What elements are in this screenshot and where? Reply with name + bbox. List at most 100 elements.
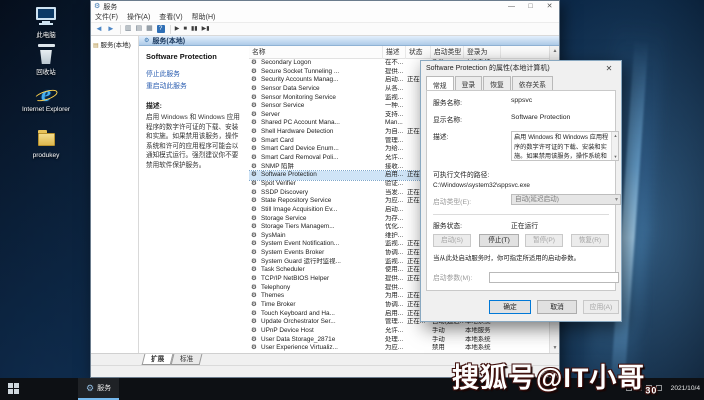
desktop-icon-this-pc[interactable]: 此电脑 [18,7,74,39]
service-gear-icon: ⚙ [251,76,260,85]
column-header[interactable]: 状态 [406,46,431,59]
menu-item-查[interactable]: 查看(V) [159,12,182,22]
menu-item-操[interactable]: 操作(A) [127,12,150,22]
minimize-button[interactable]: — [502,1,521,12]
restart-service-icon[interactable]: ▶▮ [202,23,210,35]
desktop: 此电脑 回收站 e Internet Explorer produkey ⚙ 服… [0,0,704,400]
export-list-icon[interactable]: ▦ [146,23,153,35]
service-startup-cell: 禁用 [432,344,464,353]
help-icon[interactable]: ? [157,25,165,33]
description-scrollbar[interactable]: ▲ ▼ [611,132,618,160]
forward-icon[interactable]: ► [107,23,115,35]
stop-service-link[interactable]: 停止此服务 [146,68,244,78]
service-row[interactable]: ⚙User Data Storage_2871e处理...手动本地系统 [249,336,549,345]
cancel-button[interactable]: 取消 [537,300,577,314]
service-desc-cell: 监视... [385,240,406,249]
dialog-tab-恢复[interactable]: 恢复 [483,76,511,90]
desktop-icon-recycle-bin[interactable]: 回收站 [18,44,74,76]
properties-icon[interactable]: ▤ [135,23,142,35]
service-desc-cell: 一种... [385,102,406,111]
service-control-button-3: 暂停(P) [525,234,563,247]
menu-item-帮[interactable]: 帮助(H) [192,12,216,22]
services-gear-icon: ⚙ [86,383,94,394]
view-tab-扩展[interactable]: 扩展 [142,354,174,365]
services-titlebar[interactable]: ⚙ 服务 — □ ✕ [91,1,559,12]
start-button[interactable] [8,383,20,395]
dialog-titlebar[interactable]: Software Protection 的属性(本地计算机) ✕ [421,61,621,75]
restart-service-link[interactable]: 重启动此服务 [146,80,244,90]
service-gear-icon: ⚙ [251,85,260,94]
tree-item-services-local[interactable]: ▤ 服务(本地) [93,39,136,49]
service-gear-icon: ⚙ [251,94,260,103]
service-name-cell: UPnP Device Host [261,327,382,336]
dialog-tab-依存关系[interactable]: 依存关系 [512,76,553,90]
maximize-button[interactable]: □ [521,1,540,12]
service-row[interactable]: ⚙User Experience Virtualiz...为应...禁用本地系统 [249,344,549,353]
show-console-tree-icon[interactable]: ▥ [125,23,132,35]
service-desc-cell: 接收... [385,163,406,172]
service-desc-cell: 监视... [385,94,406,103]
general-tab-page: 服务名称: sppsvc 显示名称: Software Protection 描… [426,90,616,291]
selected-service-title: Software Protection [146,52,244,61]
service-desc-cell: 允许... [385,154,406,163]
service-name-cell: SSDP Discovery [261,189,382,198]
desktop-icon-internet-explorer[interactable]: e Internet Explorer [18,84,74,113]
service-gear-icon: ⚙ [251,206,260,215]
close-button[interactable]: ✕ [540,1,559,12]
service-desc-cell: 优化... [385,223,406,232]
service-name-cell: System Event Notification... [261,240,382,249]
service-status-value: 正在运行 [511,220,538,230]
service-name-cell: Time Broker [261,301,382,310]
dialog-tab-登录[interactable]: 登录 [455,76,483,90]
service-desc-cell: 协调... [385,301,406,310]
service-desc-cell: 维护... [385,232,406,241]
service-gear-icon: ⚙ [251,223,260,232]
startup-type-dropdown[interactable]: 自动(延迟启动) ▾ [511,194,621,205]
service-name-cell: Smart Card Removal Poli... [261,154,382,163]
pause-service-icon[interactable]: ▮▮ [191,23,198,35]
view-tab-label: 扩展 [151,354,164,365]
service-desc-cell: 在不... [385,59,406,68]
service-gear-icon: ⚙ [251,292,260,301]
stop-service-icon[interactable]: ■ [183,23,187,35]
service-logon-cell: 本地服务 [465,327,501,336]
scroll-down-icon[interactable]: ▼ [612,153,619,160]
description-textarea[interactable]: 启用 Windows 和 Windows 应用程序的数字许可证的下载、安装和实施… [511,131,619,161]
service-name-cell: Sensor Data Service [261,85,382,94]
column-header[interactable]: 描述 [383,46,406,59]
column-header[interactable]: 登录为 [464,46,501,59]
view-tab-标准[interactable]: 标准 [171,354,203,365]
service-name-cell: Secure Socket Tunneling ... [261,68,382,77]
service-name-cell: Smart Card Device Enum... [261,145,382,154]
service-row[interactable]: ⚙UPnP Device Host允许...手动本地服务 [249,327,549,336]
dialog-tab-常规[interactable]: 常规 [426,76,454,91]
dialog-close-icon[interactable]: ✕ [602,64,616,73]
ok-button[interactable]: 确定 [489,300,531,314]
taskbar-app-services[interactable]: ⚙ 服务 [78,378,119,400]
service-gear-icon: ⚙ [251,327,260,336]
service-name-cell: Spot Verifier [261,180,382,189]
chevron-down-icon: ▾ [615,195,618,205]
service-name-label: 服务名称: [433,97,462,107]
service-gear-icon: ⚙ [251,68,260,77]
service-desc-cell: 管理... [385,137,406,146]
service-gear-icon: ⚙ [251,310,260,319]
service-status-cell [407,336,431,345]
desktop-icon-produkey[interactable]: produkey [18,130,74,159]
scroll-up-icon[interactable]: ▲ [550,46,559,56]
desktop-icon-label: 回收站 [18,66,74,76]
desktop-icon-label: 此电脑 [18,29,74,39]
menu-bar: 文件(F) 操作(A) 查看(V) 帮助(H) [91,12,559,23]
service-desc-cell: 协调... [385,249,406,258]
service-gear-icon: ⚙ [251,232,260,241]
startup-params-input[interactable] [489,272,619,283]
service-control-button-2[interactable]: 停止(T) [479,234,519,247]
start-service-icon[interactable]: ▶ [175,23,180,35]
service-name-cell: Sensor Service [261,102,382,111]
scroll-up-icon[interactable]: ▲ [612,132,619,139]
column-header[interactable]: 启动类型 [431,46,464,59]
back-icon[interactable]: ◄ [95,23,103,35]
menu-item-文[interactable]: 文件(F) [95,12,118,22]
scroll-down-icon[interactable]: ▼ [550,343,559,353]
column-header[interactable]: 名称 [249,46,383,59]
